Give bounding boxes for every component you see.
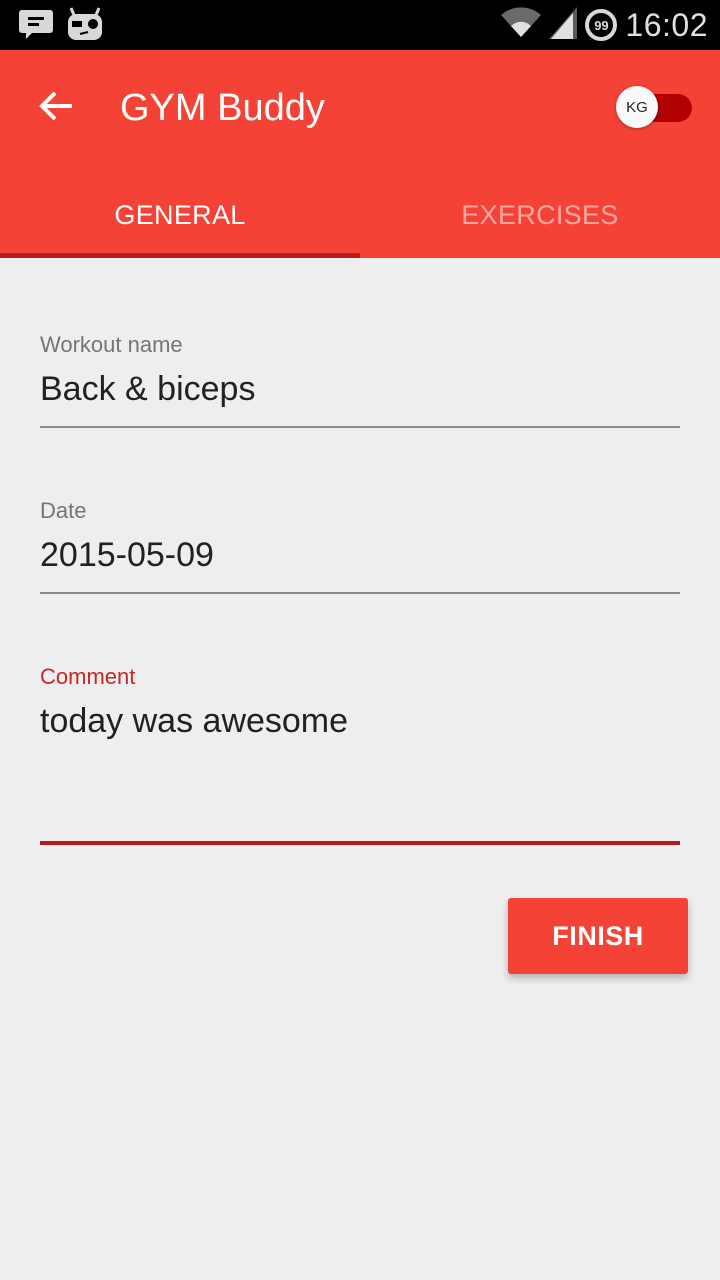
workout-name-field[interactable]: Workout name Back & biceps <box>40 332 680 430</box>
cell-signal-icon <box>549 6 578 44</box>
date-underline <box>40 592 680 594</box>
tab-exercises[interactable]: EXERCISES <box>360 172 720 258</box>
toggle-thumb[interactable]: KG <box>616 86 658 128</box>
app-title: GYM Buddy <box>120 87 325 129</box>
tab-indicator <box>0 253 360 258</box>
status-time: 16:02 <box>625 6 708 43</box>
date-field[interactable]: Date 2015-05-09 <box>40 498 680 596</box>
comment-field[interactable]: Comment today was awesome <box>40 664 680 848</box>
notification-count-icon: 99 <box>585 9 618 41</box>
arrow-back-icon <box>38 90 74 127</box>
tab-label: EXERCISES <box>461 199 619 230</box>
date-input[interactable]: 2015-05-09 <box>40 536 680 575</box>
date-label: Date <box>40 498 87 523</box>
workout-name-label: Workout name <box>40 332 183 357</box>
comment-underline <box>40 841 680 845</box>
chat-notification-icon <box>18 6 54 47</box>
workout-name-underline <box>40 426 680 428</box>
wifi-icon <box>501 6 542 44</box>
finish-button[interactable]: FINISH <box>508 898 688 974</box>
back-button[interactable] <box>30 84 82 132</box>
status-bar: 99 16:02 <box>0 0 720 50</box>
workout-name-input[interactable]: Back & biceps <box>40 370 680 409</box>
unit-toggle[interactable]: KG <box>616 86 696 130</box>
comment-input[interactable]: today was awesome <box>40 702 680 741</box>
cyanogenmod-mascot-icon <box>66 6 104 47</box>
tab-general[interactable]: GENERAL <box>0 172 360 258</box>
tab-label: GENERAL <box>114 199 246 230</box>
app-bar: GYM Buddy KG GENERAL EXERCISES <box>0 50 720 258</box>
tab-bar: GENERAL EXERCISES <box>0 172 720 258</box>
comment-label: Comment <box>40 664 136 689</box>
